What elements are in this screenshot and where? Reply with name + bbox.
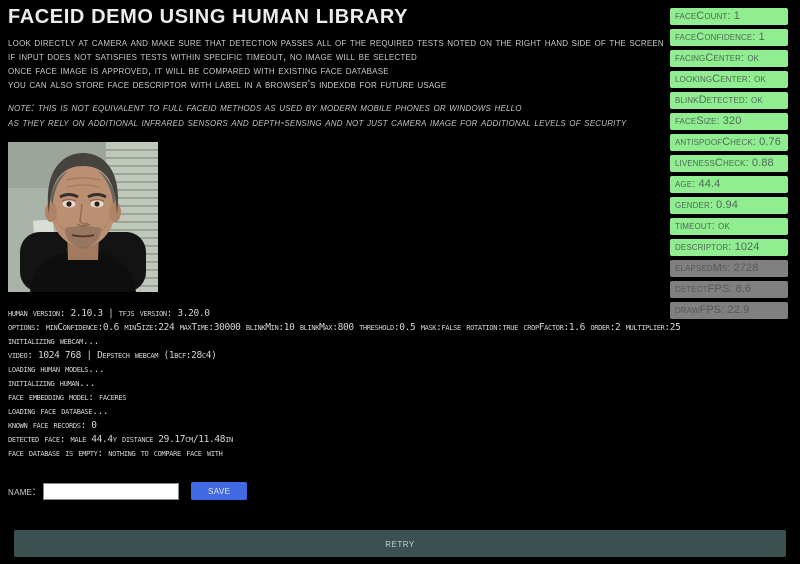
name-input[interactable] bbox=[43, 483, 179, 500]
instruction-line: look directly at camera and make sure th… bbox=[8, 36, 656, 50]
note-line: as they rely on additional infrared sens… bbox=[8, 116, 656, 131]
face-snapshot bbox=[8, 142, 158, 292]
instruction-line: once face image is approved, it will be … bbox=[8, 64, 656, 78]
note-line: note: this is not equivalent to full fac… bbox=[8, 101, 656, 116]
status-badge: lookingCenter: ok bbox=[670, 71, 788, 88]
name-label: name: bbox=[8, 484, 36, 498]
status-badge: descriptor: 1024 bbox=[670, 239, 788, 256]
log-line: human version: 2.10.3 | tfjs version: 3.… bbox=[8, 307, 656, 321]
log-line: initializing human... bbox=[8, 377, 656, 391]
status-badge: faceConfidence: 1 bbox=[670, 29, 788, 46]
status-log: human version: 2.10.3 | tfjs version: 3.… bbox=[8, 307, 656, 461]
status-badge: detectFPS: 8.6 bbox=[670, 281, 788, 298]
status-badge: faceCount: 1 bbox=[670, 8, 788, 25]
note-block: note: this is not equivalent to full fac… bbox=[8, 101, 656, 131]
status-badge: gender: 0.94 bbox=[670, 197, 788, 214]
status-badge: elapsedMs: 2728 bbox=[670, 260, 788, 277]
faceid-demo-page: { "header": { "title": "FACEID DEMO USIN… bbox=[0, 0, 800, 564]
log-line: video: 1024 768 | Depstech webcam (1bcf:… bbox=[8, 349, 656, 363]
log-line: detected face: male 44.4y distance 29.17… bbox=[8, 433, 656, 447]
instruction-line: you can also store face descriptor with … bbox=[8, 78, 656, 92]
save-button[interactable]: save bbox=[191, 482, 247, 500]
status-badge: age: 44.4 bbox=[670, 176, 788, 193]
intro-instructions: look directly at camera and make sure th… bbox=[8, 36, 656, 92]
log-line: options: minConfidence:0.6 minSize:224 m… bbox=[8, 321, 656, 335]
log-line: loading human models... bbox=[8, 363, 656, 377]
status-badge: livenessCheck: 0.88 bbox=[670, 155, 788, 172]
status-badge: timeout: ok bbox=[670, 218, 788, 235]
log-line: face database is empty: nothing to compa… bbox=[8, 447, 656, 461]
status-badge: blinkDetected: ok bbox=[670, 92, 788, 109]
retry-button[interactable]: retry bbox=[14, 530, 786, 557]
log-line: initializing webcam... bbox=[8, 335, 656, 349]
status-badge: faceSize: 320 bbox=[670, 113, 788, 130]
status-badge: drawFPS: 22.9 bbox=[670, 302, 788, 319]
name-form: name: save bbox=[8, 482, 656, 500]
page-title: FACEID DEMO USING HUMAN LIBRARY bbox=[8, 6, 656, 29]
log-line: face embedding model: faceres bbox=[8, 391, 656, 405]
status-panel: faceCount: 1 faceConfidence: 1 facingCente… bbox=[670, 8, 788, 319]
log-line: loading face database... bbox=[8, 405, 656, 419]
log-line: known face records: 0 bbox=[8, 419, 656, 433]
instruction-line: if input does not satisfies tests within… bbox=[8, 50, 656, 64]
main-column: FACEID DEMO USING HUMAN LIBRARY look dir… bbox=[8, 4, 656, 500]
status-badge: antispoofCheck: 0.76 bbox=[670, 134, 788, 151]
status-badge: facingCenter: ok bbox=[670, 50, 788, 67]
